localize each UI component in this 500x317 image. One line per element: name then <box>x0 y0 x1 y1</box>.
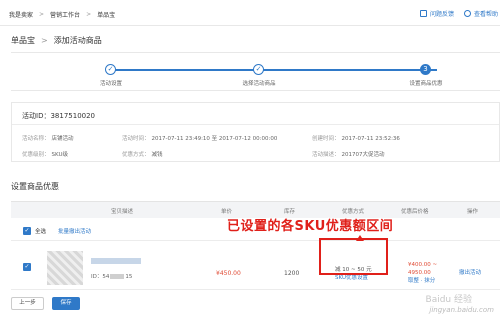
annotation-arrow <box>356 235 364 241</box>
watermark-logo: Baidu 经验 <box>425 295 472 305</box>
activity-level: 优惠级别： SKU级 <box>22 150 68 158</box>
activity-created-value: 2017-07-11 23:52:36 <box>341 136 400 142</box>
activity-created-label: 创建时间： <box>312 136 340 142</box>
page-title-tool[interactable]: 单品宝 <box>11 35 35 46</box>
breadcrumb-separator: > <box>39 11 45 18</box>
activity-time: 活动时间： 2017-07-11 23:49:10 至 2017-07-12 00… <box>122 134 277 142</box>
activity-method-label: 优惠方式： <box>122 152 150 158</box>
product-thumbnail[interactable] <box>47 251 83 285</box>
top-bar: 我是卖家 > 营销工作台 > 单品宝 问题反馈 查看帮助 <box>0 0 500 26</box>
col-operation: 操作 <box>467 209 479 215</box>
step-progress: ✓ ✓ 3 活动设置 选择活动商品 设置商品优惠 <box>11 52 500 91</box>
batch-remove-link[interactable]: 批量撤出活动 <box>58 227 91 235</box>
table-row: ✓ ID：54 15 ¥450.00 1200 减 10 ~ 50 元 SKU优惠… <box>11 244 500 290</box>
breadcrumb-current: 单品宝 <box>97 12 116 19</box>
row-checkbox[interactable]: ✓ <box>23 263 31 271</box>
top-links: 问题反馈 查看帮助 <box>419 9 498 18</box>
unit-price: ¥450.00 <box>216 270 241 277</box>
help-label: 查看帮助 <box>473 11 498 18</box>
breadcrumb-marketing[interactable]: 营销工作台 <box>50 10 80 19</box>
breadcrumb-separator: > <box>86 11 92 18</box>
activity-level-label: 优惠级别： <box>22 152 50 158</box>
save-button[interactable]: 保存 <box>52 297 80 310</box>
activity-time-label: 活动时间： <box>122 136 150 142</box>
feedback-link[interactable]: 问题反馈 <box>419 9 454 18</box>
final-price-line1: ¥400.00 ~ <box>408 262 438 268</box>
activity-name-value: 店铺活动 <box>51 136 74 142</box>
col-description: 宝贝描述 <box>111 209 134 215</box>
activity-method: 优惠方式： 减钱 <box>122 150 163 158</box>
col-price: 单价 <box>221 209 233 215</box>
divider <box>12 124 499 125</box>
product-title-link[interactable] <box>91 258 141 264</box>
final-price-cell: ¥400.00 ~ 4950.00 取整 · 抹分 <box>408 261 437 285</box>
col-final-price: 优惠后价格 <box>401 209 429 215</box>
activity-desc-label: 活动描述： <box>312 152 340 158</box>
activity-method-value: 减钱 <box>151 152 163 158</box>
step-track <box>115 69 437 71</box>
select-all-checkbox[interactable]: ✓ <box>23 226 31 235</box>
sku-discount-settings-link[interactable]: SKU优惠设置 <box>335 274 372 282</box>
breadcrumb: 我是卖家 > 营销工作台 > 单品宝 <box>9 10 115 19</box>
product-id-prefix: ID：54 <box>91 274 110 280</box>
select-all-label: 全选 <box>35 228 47 235</box>
activity-level-value: SKU级 <box>51 152 68 158</box>
remove-from-activity-link[interactable]: 撤出活动 <box>459 268 481 276</box>
highlight-box <box>319 238 388 275</box>
step-1-check-icon: ✓ <box>105 64 116 75</box>
activity-time-value: 2017-07-11 23:49:10 至 2017-07-12 00:00:0… <box>151 136 278 142</box>
step-1-label: 活动设置 <box>99 81 123 87</box>
step-2-check-icon: ✓ <box>253 64 264 75</box>
activity-id: 活动ID：3817510020 <box>22 111 95 121</box>
final-price-line2: 4950.00 <box>408 270 431 276</box>
activity-created: 创建时间： 2017-07-11 23:52:36 <box>312 134 400 142</box>
breadcrumb-seller[interactable]: 我是卖家 <box>9 10 33 19</box>
redacted-block <box>110 274 125 279</box>
activity-name-label: 活动名称： <box>22 136 50 142</box>
rounding-link[interactable]: 取整 · 抹分 <box>408 277 437 285</box>
step-2-label: 选择活动商品 <box>242 81 276 87</box>
previous-step-button[interactable]: 上一步 <box>11 297 44 310</box>
activity-id-value: 3817510020 <box>50 112 96 120</box>
activity-info-panel: 活动ID：3817510020 活动名称： 店铺活动 活动时间： 2017-07-1… <box>11 102 500 162</box>
annotation-text: 已设置的各SKU优惠额区间 <box>227 219 394 234</box>
title-separator: > <box>41 36 48 45</box>
col-discount: 优惠方式 <box>342 209 365 215</box>
col-stock: 库存 <box>284 209 296 215</box>
stock-count: 1200 <box>284 270 300 277</box>
page-title-current: 添加活动商品 <box>53 36 102 45</box>
activity-desc-value: 201707大促活动 <box>341 152 385 158</box>
section-title: 设置商品优惠 <box>11 182 59 191</box>
step-3-label: 设置商品优惠 <box>409 81 443 87</box>
step-3-number: 3 <box>420 64 431 75</box>
activity-desc: 活动描述： 201707大促活动 <box>312 150 385 158</box>
page-title: 单品宝 > 添加活动商品 <box>11 35 102 46</box>
help-icon <box>463 10 471 17</box>
help-link[interactable]: 查看帮助 <box>463 9 498 18</box>
product-id-suffix: 15 <box>125 274 133 280</box>
activity-id-label: 活动ID： <box>22 112 51 120</box>
feedback-icon <box>419 10 427 17</box>
feedback-label: 问题反馈 <box>429 11 454 18</box>
activity-name: 活动名称： 店铺活动 <box>22 134 74 142</box>
watermark-url: jingyan.baidu.com <box>429 306 494 314</box>
product-id: ID：54 15 <box>91 272 132 280</box>
